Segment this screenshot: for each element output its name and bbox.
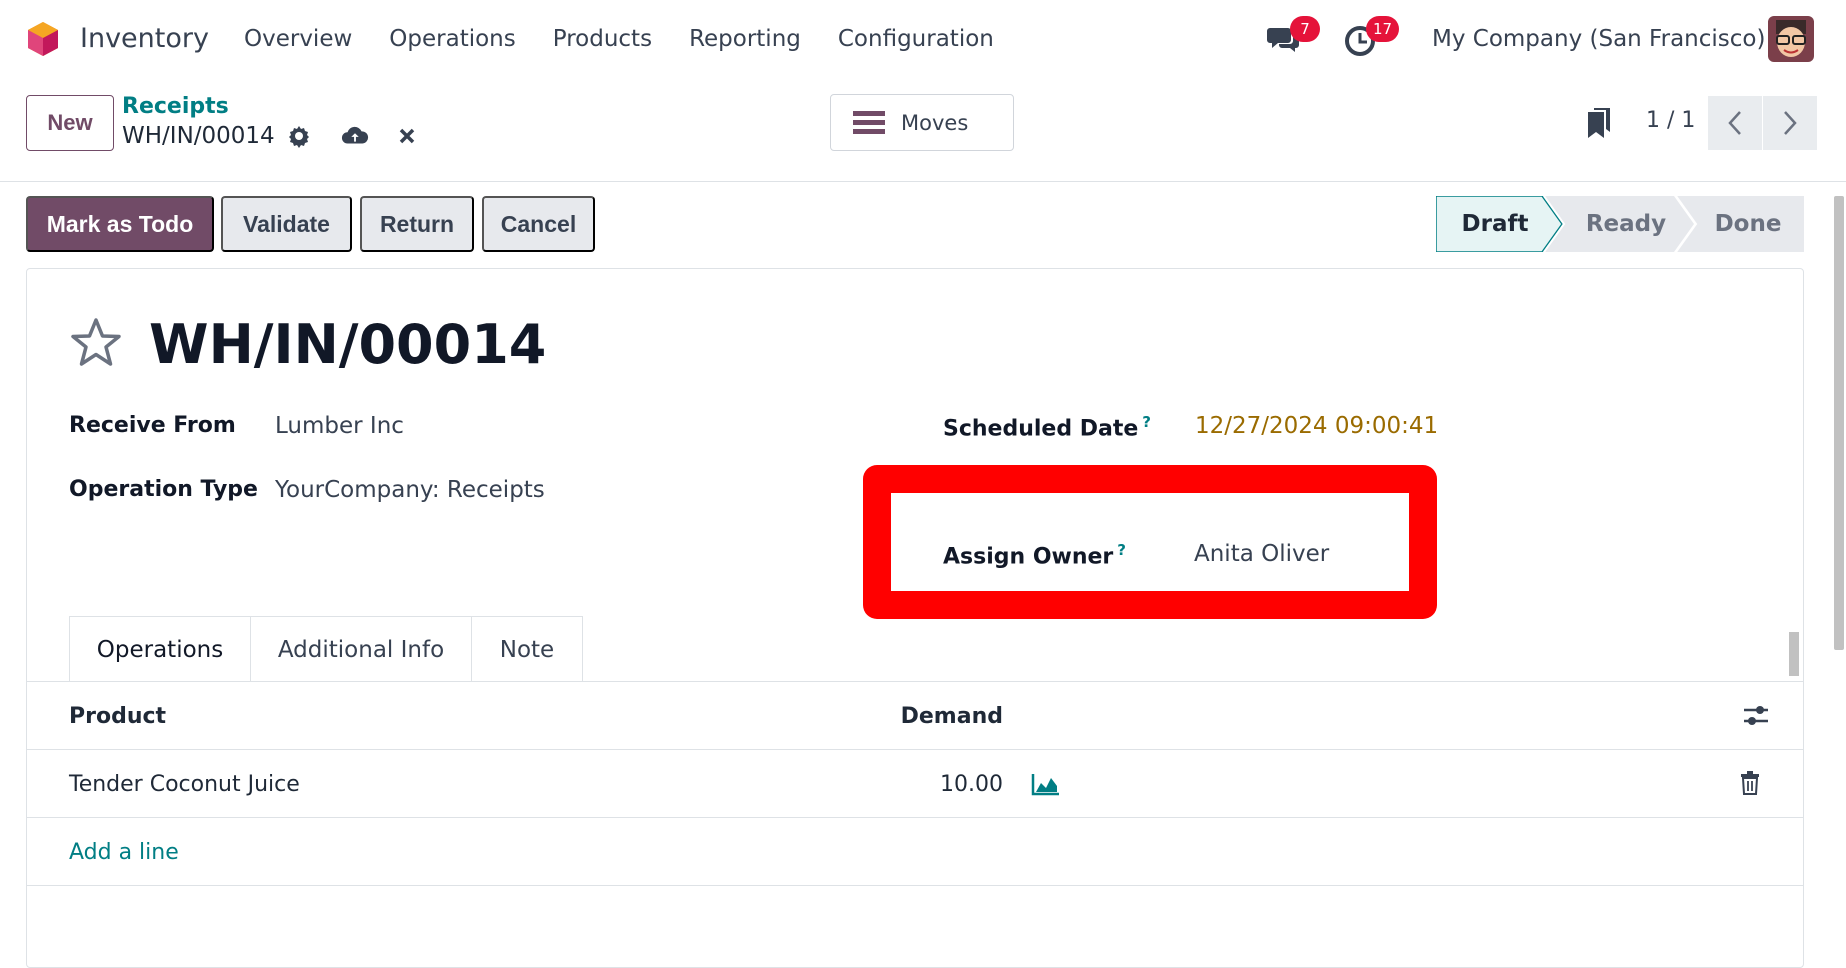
menu-reporting[interactable]: Reporting xyxy=(689,26,801,52)
record-title: WH/IN/00014 xyxy=(149,313,547,376)
tab-note[interactable]: Note xyxy=(471,616,583,682)
receive-from-label: Receive From xyxy=(69,413,236,438)
forecast-chart-icon[interactable] xyxy=(1031,772,1061,796)
inventory-app-icon[interactable] xyxy=(26,20,60,58)
moves-label: Moves xyxy=(901,110,969,135)
page-scrollbar[interactable] xyxy=(1834,196,1844,650)
table-row[interactable]: Tender Coconut Juice 10.00 xyxy=(27,749,1803,817)
discard-close-icon[interactable] xyxy=(393,122,421,150)
operation-type-field[interactable]: YourCompany: Receipts xyxy=(275,477,545,503)
top-navbar: Inventory Overview Operations Products R… xyxy=(0,0,1846,80)
menu-operations[interactable]: Operations xyxy=(389,26,515,52)
add-line-row: Add a line xyxy=(27,817,1803,885)
list-header: Product Demand xyxy=(27,681,1803,749)
scheduled-date-label-text: Scheduled Date xyxy=(943,416,1139,442)
scheduled-date-field[interactable]: 12/27/2024 09:00:41 xyxy=(1195,413,1438,439)
cancel-button[interactable]: Cancel xyxy=(482,196,595,252)
breadcrumb-receipts[interactable]: Receipts xyxy=(122,94,229,119)
operations-list: Product Demand Tender Coconut Juice 10.0… xyxy=(27,681,1803,945)
mark-as-todo-button[interactable]: Mark as Todo xyxy=(26,196,214,252)
form-action-bar: Mark as Todo Validate Return Cancel Draf… xyxy=(0,196,1846,254)
highlight-annotation xyxy=(863,465,1437,619)
pager-previous-button[interactable] xyxy=(1708,96,1762,150)
user-avatar[interactable] xyxy=(1768,16,1814,62)
breadcrumb-current: WH/IN/00014 xyxy=(122,122,421,150)
moves-smart-button[interactable]: Moves xyxy=(830,94,1014,151)
activities-badge: 17 xyxy=(1366,16,1400,42)
menu-overview[interactable]: Overview xyxy=(244,26,352,52)
cloud-upload-icon[interactable] xyxy=(341,122,369,150)
list-empty-row xyxy=(27,885,1803,945)
form-sheet: WH/IN/00014 Receive From Lumber Inc Oper… xyxy=(26,268,1804,968)
trash-icon[interactable] xyxy=(1739,770,1761,796)
gear-icon[interactable] xyxy=(285,122,313,150)
optional-columns-icon[interactable] xyxy=(1743,704,1769,728)
add-a-line-link[interactable]: Add a line xyxy=(69,840,179,865)
menu-products[interactable]: Products xyxy=(553,26,652,52)
notebook-tabs: Operations Additional Info Note xyxy=(69,616,583,682)
pager-next-button[interactable] xyxy=(1763,96,1817,150)
tab-operations[interactable]: Operations xyxy=(69,616,251,682)
status-draft[interactable]: Draft xyxy=(1436,196,1554,252)
favorite-star-icon[interactable] xyxy=(69,317,123,369)
bookmark-icon[interactable] xyxy=(1586,106,1612,140)
chevron-left-icon xyxy=(1728,111,1741,135)
operation-type-label: Operation Type xyxy=(69,477,258,502)
validate-button[interactable]: Validate xyxy=(221,196,352,252)
list-icon xyxy=(853,110,885,134)
receive-from-field[interactable]: Lumber Inc xyxy=(275,413,404,439)
messages-badge: 7 xyxy=(1290,16,1320,42)
help-tooltip-icon[interactable]: ? xyxy=(1142,413,1151,431)
main-menu: Overview Operations Products Reporting C… xyxy=(244,26,1031,52)
menu-configuration[interactable]: Configuration xyxy=(838,26,994,52)
row-demand[interactable]: 10.00 xyxy=(883,772,1003,797)
chevron-right-icon xyxy=(1784,111,1797,135)
column-demand[interactable]: Demand xyxy=(883,704,1003,729)
new-button[interactable]: New xyxy=(26,95,114,151)
scheduled-date-label: Scheduled Date? xyxy=(943,413,1151,441)
record-name: WH/IN/00014 xyxy=(122,123,275,149)
app-name[interactable]: Inventory xyxy=(80,23,209,54)
tab-additional-info[interactable]: Additional Info xyxy=(250,616,472,682)
return-button[interactable]: Return xyxy=(360,196,474,252)
pager-value[interactable]: 1 / 1 xyxy=(1646,108,1695,133)
company-switcher[interactable]: My Company (San Francisco) xyxy=(1432,26,1765,52)
status-ready[interactable]: Ready xyxy=(1566,196,1686,252)
row-product[interactable]: Tender Coconut Juice xyxy=(69,772,300,797)
column-product[interactable]: Product xyxy=(69,704,166,729)
inner-scrollbar[interactable] xyxy=(1789,632,1799,676)
status-done[interactable]: Done xyxy=(1692,196,1804,252)
control-panel: New Receipts WH/IN/00014 Moves 1 / 1 xyxy=(0,80,1846,182)
